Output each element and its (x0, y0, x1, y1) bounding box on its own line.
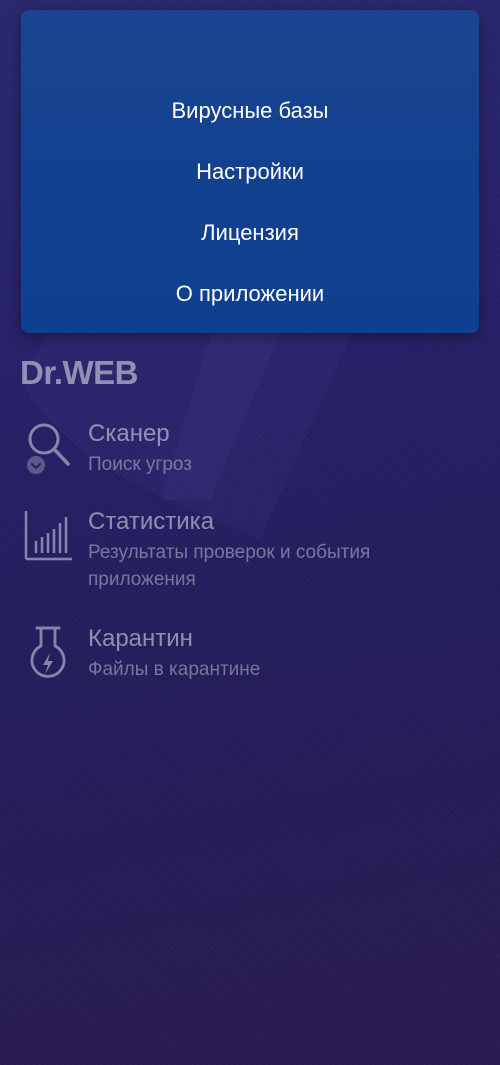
quarantine-flask-icon (30, 626, 66, 678)
menu-item-title: Карантин (88, 625, 193, 652)
menu-item-subtitle: Поиск угроз (88, 454, 192, 475)
menu-item-title: Статистика (88, 508, 215, 535)
dropdown-item-license[interactable]: Лицензия (21, 205, 479, 261)
dropdown-item-settings[interactable]: Настройки (21, 144, 479, 200)
menu-item-scanner[interactable]: Сканер Поиск угроз (20, 419, 480, 479)
menu-item-subtitle: Результаты проверок и события приложения (88, 542, 371, 590)
dropdown-item-about[interactable]: О приложении (21, 266, 479, 322)
dropdown-item-virus-databases[interactable]: Вирусные базы (21, 83, 479, 139)
scanner-magnifier-icon (27, 423, 70, 474)
menu-item-statistics[interactable]: Статистика Результаты проверок и события… (20, 507, 480, 597)
menu-item-title: Сканер (88, 420, 170, 447)
menu-item-subtitle: Файлы в карантине (88, 659, 261, 680)
overflow-dropdown-menu: Вирусные базы Настройки Лицензия О прило… (21, 10, 479, 333)
menu-item-quarantine[interactable]: Карантин Файлы в карантине (20, 624, 480, 686)
statistics-chart-icon (24, 511, 72, 561)
drweb-logo: Dr.WEB (20, 354, 139, 391)
